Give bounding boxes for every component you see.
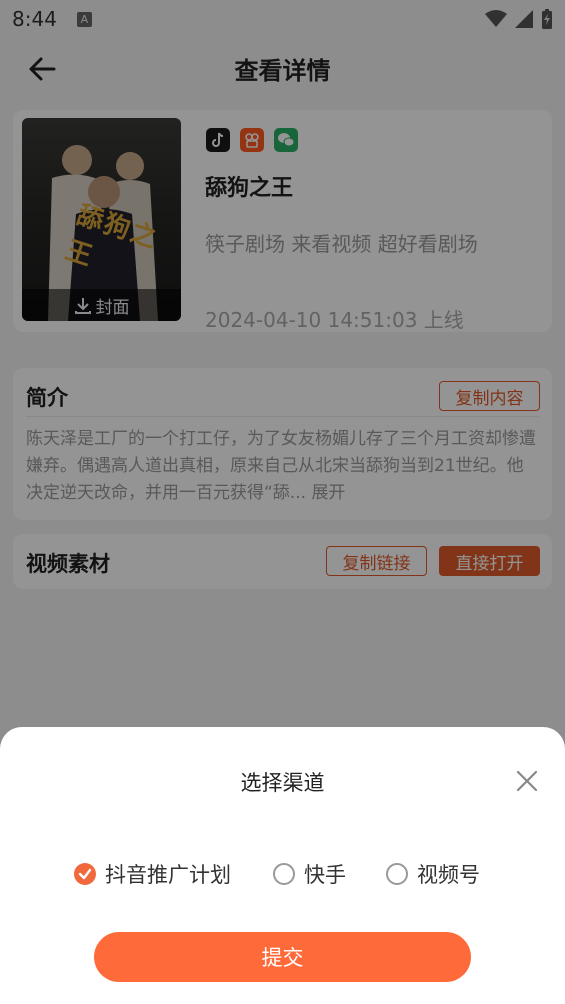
option-label: 视频号 <box>417 863 480 887</box>
option-shipinhao[interactable]: 视频号 <box>386 859 480 889</box>
submit-button[interactable]: 提交 <box>94 932 471 982</box>
radio-checked-icon[interactable] <box>74 863 96 885</box>
radio-unchecked-icon[interactable] <box>386 863 408 885</box>
option-label: 快手 <box>304 863 346 887</box>
close-icon[interactable] <box>515 769 539 793</box>
channel-options: 抖音推广计划 快手 视频号 <box>74 859 480 889</box>
option-label: 抖音推广计划 <box>105 863 231 887</box>
radio-unchecked-icon[interactable] <box>273 863 295 885</box>
sheet-title: 选择渠道 <box>240 771 325 795</box>
option-douyin[interactable]: 抖音推广计划 <box>74 859 231 889</box>
option-kuaishou[interactable]: 快手 <box>273 859 346 889</box>
channel-select-sheet: 选择渠道 抖音推广计划 快手 视频号 提交 <box>0 727 565 1004</box>
